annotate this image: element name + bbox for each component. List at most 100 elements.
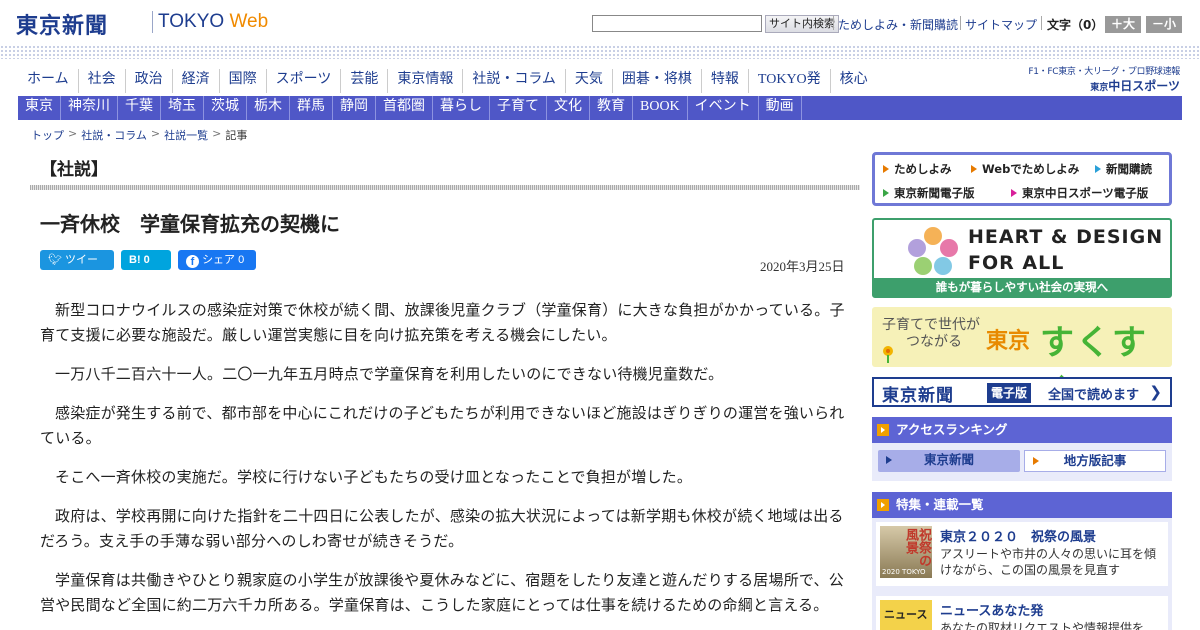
search-input[interactable] [592,15,762,32]
region-item-event[interactable]: イベント [688,96,759,120]
breadcrumb-editorials[interactable]: 社説・コラム [81,127,147,143]
chunichi-digital-link-label: 東京中日スポーツ電子版 [1022,186,1149,200]
font-larger-button[interactable]: ＋大 [1105,16,1141,33]
site-search-button[interactable]: サイト内検索 [765,15,839,33]
nav-item-tokyo-info[interactable]: 東京情報 [387,69,462,93]
article-paragraph: 感染症が発生する前で、都市部を中心にこれだけの子どもたちが利用できないほど施設は… [40,404,845,447]
region-item-video[interactable]: 動画 [759,96,802,120]
logo-en-b: Web [229,11,269,32]
feature-thumb-text: ニュース [884,608,928,621]
region-item-book[interactable]: BOOK [633,96,688,120]
chunichi-sports-promo[interactable]: F1・FC東京・大リーグ・プロ野球速報 東京中日スポーツ [1024,64,1180,94]
breadcrumb-current: 記事 [225,129,248,142]
region-item-tochigi[interactable]: 栃木 [247,96,290,120]
facebook-share-button[interactable]: f シェア 0 [178,250,256,270]
site-logo[interactable]: 東京新聞 [16,8,108,40]
nav-item-economy[interactable]: 経済 [171,69,219,93]
feature-thumb-caption: 2020 TOKYO [882,568,926,576]
logo-divider [152,11,153,33]
feature-description: アスリートや市井の人々の思いに耳を傾けながら、この国の風景を見直す [940,547,1157,577]
trial-link-label: ためしよみ [894,162,952,176]
tokyo-web-logo[interactable]: TOKYO Web [158,11,268,33]
access-ranking-title: アクセスランキング [896,422,1008,437]
breadcrumb-top[interactable]: トップ [31,127,64,143]
access-ranking-panel: アクセスランキング 東京新聞 地方版記事 [872,417,1172,481]
breadcrumb-editorial-list[interactable]: 社説一覧 [164,127,208,143]
nav-item-home[interactable]: ホーム [18,69,78,93]
breadcrumb-sep: > [150,127,161,140]
region-item-kanagawa[interactable]: 神奈川 [61,96,118,120]
region-item-gunma[interactable]: 群馬 [290,96,333,120]
digital-edition-banner[interactable]: 東京新聞 電子版 全国で読めます ❯ [872,377,1172,407]
feature-description: あなたの取材リクエストや情報提供を [940,621,1145,630]
arrow-icon [1011,189,1017,197]
sports-promo-logo-small: 東京 [1090,83,1109,93]
feature-item[interactable]: 祝祭の風景 2020 TOKYO 東京２０２０ 祝祭の風景 アスリートや市井の人… [876,522,1168,586]
nav-item-editorials[interactable]: 社説・コラム [462,69,565,93]
tab-tokyo-shimbun-label: 東京新聞 [923,452,974,467]
nav-item-weather[interactable]: 天気 [564,69,612,93]
hatena-bookmark-button[interactable]: B! 0 [121,250,171,270]
access-ranking-header: アクセスランキング [872,417,1172,443]
digital-banner-text: 全国で読めます [1048,388,1140,403]
region-item-bunka[interactable]: 文化 [547,96,590,120]
heart-design-title: HEART & DESIGN [968,226,1164,248]
breadcrumb-sep: > [68,127,78,140]
subscribe-link[interactable]: 新聞購読 [1095,161,1152,177]
region-item-kyoiku[interactable]: 教育 [590,96,633,120]
article-body: 新型コロナウイルスの感染症対策で休校が続く間、放課後児童クラブ（学童保育）に大き… [40,298,846,630]
header-divider [1041,16,1042,30]
play-square-icon [877,424,889,436]
region-item-kosodate[interactable]: 子育て [490,96,547,120]
region-item-shutoken[interactable]: 首都圏 [376,96,433,120]
region-item-shizuoka[interactable]: 静岡 [333,96,376,120]
article-paragraph: そこへ一斉休校の実施だ。学校に行けない子どもたちの受け皿となったことで負担が増し… [55,468,693,486]
nav-item-world[interactable]: 国際 [218,69,266,93]
nav-item-entertainment[interactable]: 芸能 [340,69,387,93]
tweet-button[interactable]: 🐦︎ ツイート [40,250,114,286]
heart-design-flower-logo [908,227,958,275]
font-smaller-button[interactable]: －小 [1146,16,1182,33]
region-item-ibaraki[interactable]: 茨城 [204,96,247,120]
chunichi-digital-link[interactable]: 東京中日スポーツ電子版 [1011,185,1148,201]
nav-item-tokuho[interactable]: 特報 [700,69,748,93]
heart-design-caption: 誰もが暮らしやすい社会の実現へ [874,278,1170,296]
subscribe-links-box: ためしよみ Webでためしよみ 新聞購読 東京新聞電子版 東京中日スポーツ電子版 [872,152,1172,206]
nav-item-igo-shogi[interactable]: 囲碁・将棋 [611,69,701,93]
feature-item[interactable]: ニュース ニュースあなた発 あなたの取材リクエストや情報提供を [876,596,1168,630]
article-paragraph: 一万八千二百六十一人。二〇一九年五月時点で学童保育を利用したいのにできない待機児… [55,365,724,383]
breadcrumb: トップ > 社説・コラム > 社説一覧 > 記事 [31,127,247,143]
nav-item-politics[interactable]: 政治 [124,69,172,93]
web-trial-link[interactable]: Webでためしよみ [971,161,1079,177]
tab-tokyo-shimbun[interactable]: 東京新聞 [878,450,1020,472]
nav-item-sports[interactable]: スポーツ [265,69,341,93]
header-dotted-divider [0,45,1200,59]
nav-item-kakushin[interactable]: 核心 [829,69,877,93]
feature-title[interactable]: 東京２０２０ 祝祭の風景 [940,526,1096,545]
digital-edition-link-label: 東京新聞電子版 [894,186,975,200]
facebook-share-label: シェア 0 [202,254,245,266]
nav-item-tokyo-hatsu[interactable]: TOKYO発 [747,69,830,93]
trial-subscribe-link[interactable]: ためしよみ・新聞購読 [838,16,958,33]
sukusuku-tagline-2: つながる [906,334,962,350]
feature-thumbnail: 祝祭の風景 2020 TOKYO [880,526,932,578]
trial-link[interactable]: ためしよみ [883,161,952,177]
feature-title[interactable]: ニュースあなた発 [940,600,1043,619]
region-item-tokyo[interactable]: 東京 [18,96,61,120]
article-paragraph: 学童保育は共働きやひとり親家庭の小学生が放課後や夏休みなどに、宿題をしたり友達と… [40,571,844,614]
tab-local-articles[interactable]: 地方版記事 [1024,450,1166,472]
nav-item-society[interactable]: 社会 [77,69,125,93]
sitemap-link[interactable]: サイトマップ [965,16,1037,33]
digital-banner-tag: 電子版 [987,383,1032,403]
region-item-chiba[interactable]: 千葉 [118,96,161,120]
web-trial-link-label: Webでためしよみ [982,162,1080,176]
region-item-saitama[interactable]: 埼玉 [161,96,204,120]
region-item-kurashi[interactable]: 暮らし [433,96,490,120]
subscribe-link-label: 新聞購読 [1106,162,1152,176]
sukusuku-tagline: 子育てで世代が つながる [882,317,980,351]
main-nav: ホーム 社会 政治 経済 国際 スポーツ 芸能 東京情報 社説・コラム 天気 囲… [18,69,877,93]
sukusuku-banner[interactable]: 子育てで世代がつながる 東京 すくすく [872,307,1172,412]
heart-design-banner[interactable]: HEART & DESIGN FOR ALL 誰もが暮らしやすい社会の実現へ [872,218,1172,298]
arrow-icon [883,165,889,173]
digital-edition-link[interactable]: 東京新聞電子版 [883,185,975,201]
